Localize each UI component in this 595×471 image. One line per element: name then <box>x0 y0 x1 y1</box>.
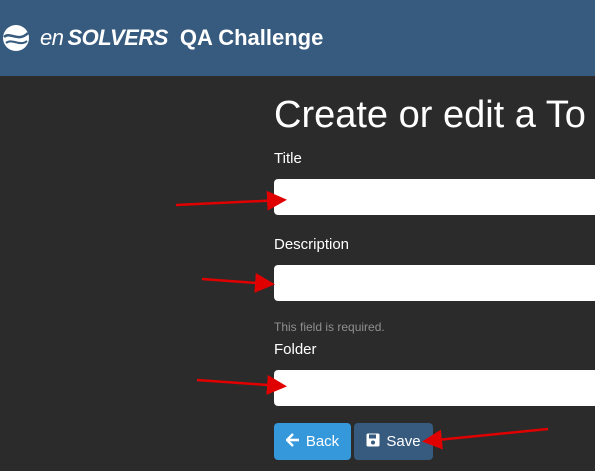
title-label: Title <box>274 150 302 167</box>
folder-input[interactable] <box>274 370 595 406</box>
ensolvers-logo-icon <box>0 23 36 53</box>
brand-en-text: en <box>40 25 64 50</box>
back-button-label: Back <box>305 433 340 450</box>
brand-link[interactable]: en SOLVERS QA Challenge <box>0 18 323 58</box>
arrow-to-description-input <box>201 272 275 293</box>
save-button[interactable]: Save <box>354 423 433 460</box>
brand-suffix: QA Challenge <box>179 25 324 50</box>
brand-solvers-text: SOLVERS <box>67 25 168 50</box>
title-input[interactable] <box>274 179 595 215</box>
arrow-to-title-input <box>175 190 287 211</box>
arrow-left-icon <box>285 432 300 451</box>
required-error-text: This field is required. <box>274 320 385 334</box>
description-label: Description <box>274 236 350 253</box>
arrow-to-save-button <box>422 427 549 450</box>
navbar: en SOLVERS QA Challenge <box>0 0 595 76</box>
folder-label: Folder <box>274 341 317 358</box>
page-title: Create or edit a To <box>274 94 586 136</box>
floppy-disk-icon <box>366 433 380 451</box>
back-button[interactable]: Back <box>274 423 351 460</box>
arrow-to-folder-input <box>196 374 287 395</box>
description-input[interactable] <box>274 265 595 301</box>
save-button-label: Save <box>386 433 421 450</box>
